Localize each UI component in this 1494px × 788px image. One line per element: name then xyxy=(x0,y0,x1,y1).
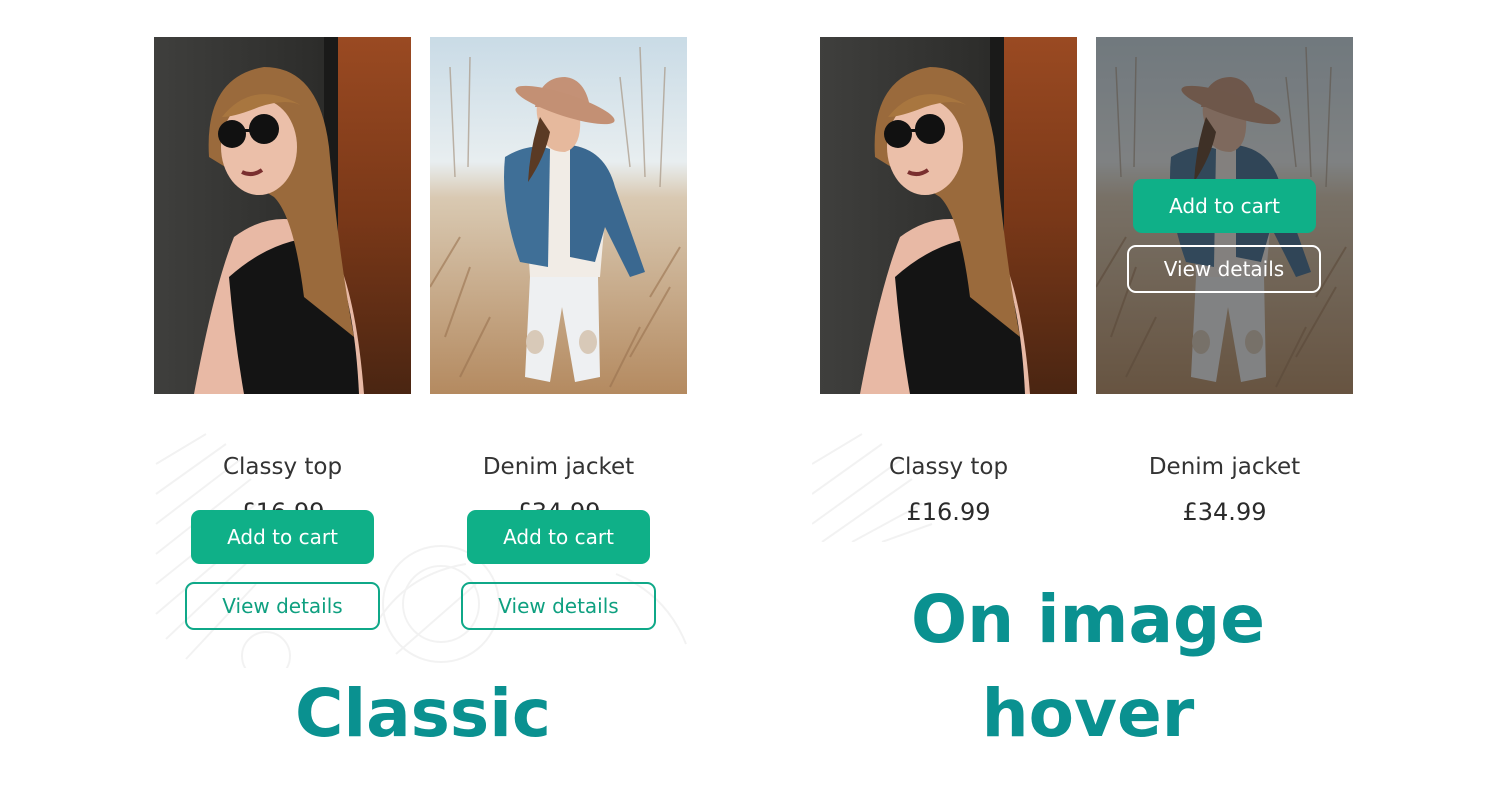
woman-hat-denim-photo[interactable]: Add to cart View details xyxy=(1096,37,1353,394)
view-details-button[interactable]: View details xyxy=(185,582,380,630)
product-name[interactable]: Classy top xyxy=(154,454,411,480)
hover-caption-line1: On image xyxy=(910,581,1265,658)
woman-sunglasses-photo[interactable] xyxy=(820,37,1077,394)
woman-sunglasses-photo[interactable] xyxy=(154,37,411,394)
product-name[interactable]: Denim jacket xyxy=(430,454,687,480)
classic-caption: Classic xyxy=(295,675,551,752)
view-details-button[interactable]: View details xyxy=(1127,245,1321,293)
woman-hat-denim-photo[interactable] xyxy=(430,37,687,394)
product-price: £34.99 xyxy=(1182,498,1267,526)
add-to-cart-button[interactable]: Add to cart xyxy=(1133,179,1316,233)
add-to-cart-button[interactable]: Add to cart xyxy=(467,510,650,564)
product-name[interactable]: Denim jacket xyxy=(1096,454,1353,480)
hover-caption-line2: hover xyxy=(981,675,1195,752)
add-to-cart-button[interactable]: Add to cart xyxy=(191,510,374,564)
product-name[interactable]: Classy top xyxy=(820,454,1077,480)
view-details-button[interactable]: View details xyxy=(461,582,656,630)
product-price: £16.99 xyxy=(906,498,991,526)
